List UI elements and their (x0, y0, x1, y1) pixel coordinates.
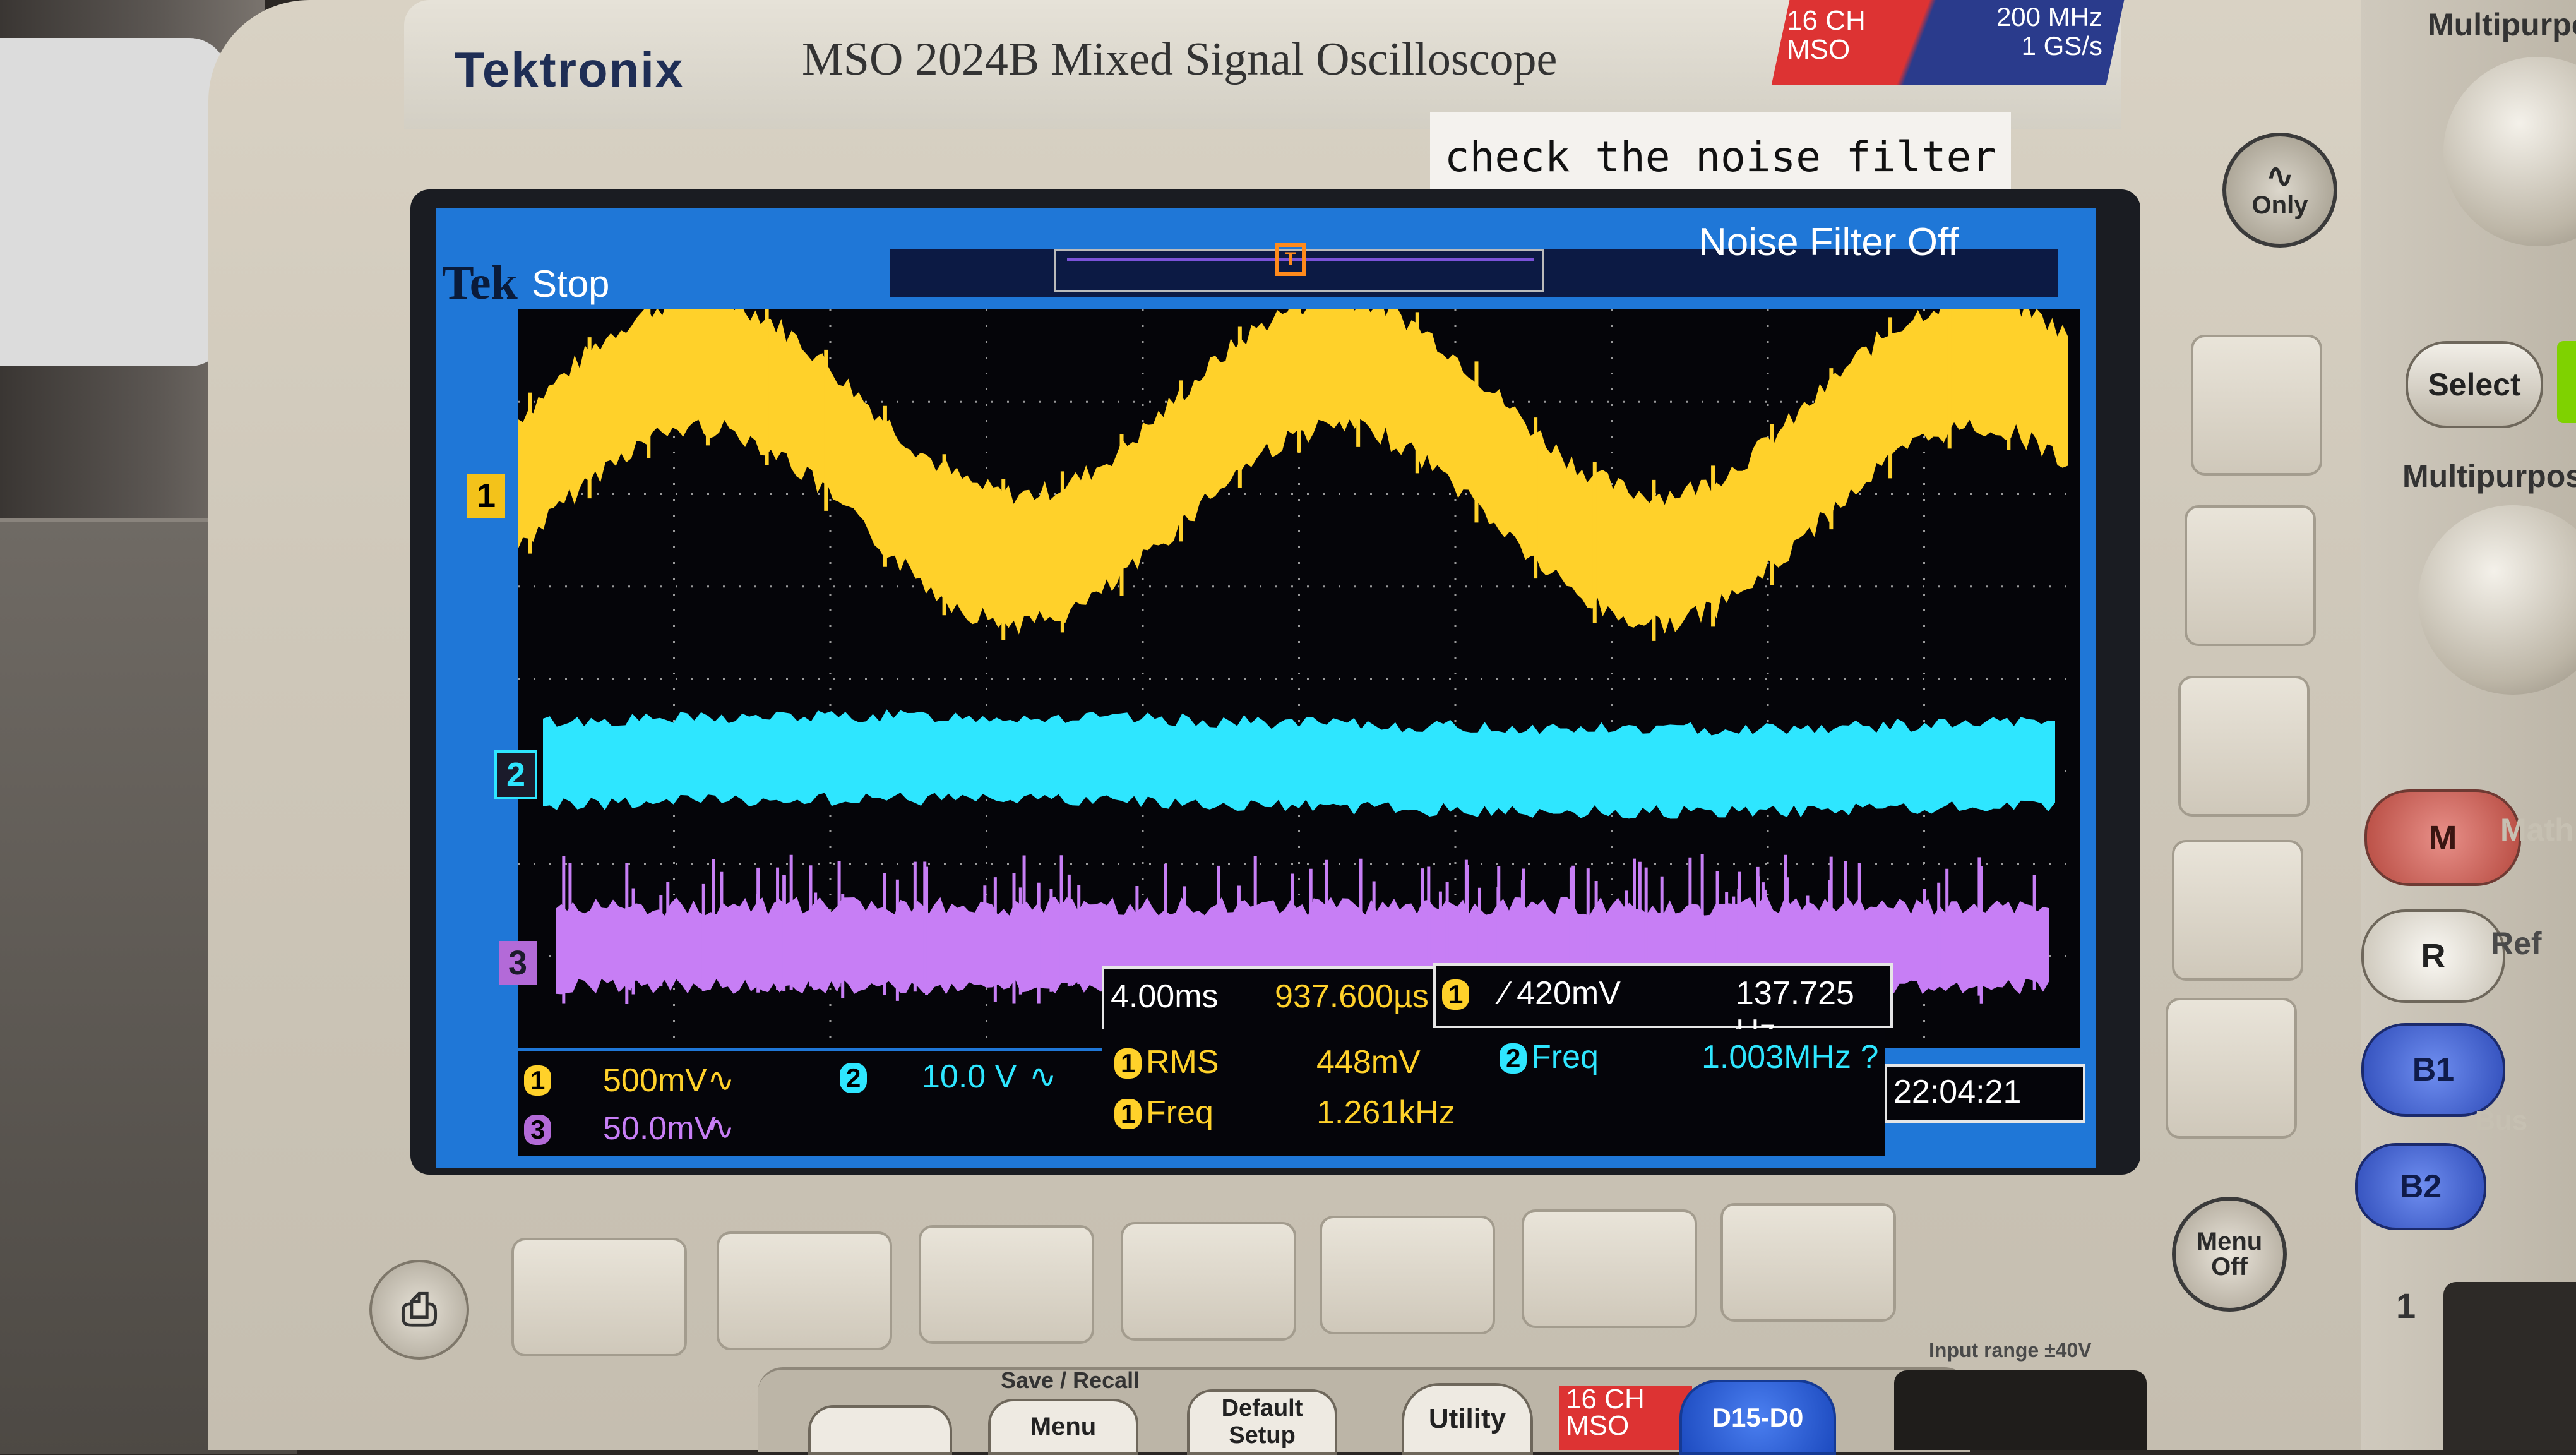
waveform-display (518, 284, 2080, 1048)
timebase-value: 4.00ms (1111, 978, 1219, 1015)
ch2-badge: 2 (840, 1063, 868, 1093)
sine-icon: ∿ (2266, 157, 2294, 195)
ref-label: Ref (2491, 926, 2542, 961)
default-setup-button[interactable]: Default Setup (1187, 1389, 1337, 1455)
bottom-menu-button-1[interactable] (511, 1238, 687, 1356)
save-recall-label: Save / Recall (1001, 1367, 1140, 1393)
ch2-level-marker[interactable]: 2 (494, 750, 537, 799)
ch3-badge: 3 (524, 1115, 552, 1145)
utility-button[interactable]: Utility (1402, 1383, 1533, 1455)
delay-value: 937.600µs (1275, 978, 1429, 1015)
side-menu-button-2[interactable] (2185, 505, 2316, 646)
measurement-readout: 1 RMS 448mV 1 Freq 1.261kHz 2 Freq 1.003… (1102, 1029, 1885, 1156)
menu-off-button[interactable]: Menu Off (2172, 1197, 2287, 1312)
channel-scale-readout: 1 500mV ∿ 2 10.0 V ∿ 3 50.0mV ∿ (518, 1051, 1102, 1156)
noise-filter-status: Noise Filter Off (1698, 220, 1959, 264)
ch3-level-marker[interactable]: 3 (499, 941, 537, 985)
channel-1-label: 1 (2396, 1286, 2416, 1326)
brand-logo: Tektronix (455, 42, 684, 97)
digital-input-port (1894, 1370, 2147, 1450)
math-button[interactable]: M (2364, 789, 2521, 886)
meas1-label: RMS (1146, 1044, 1219, 1081)
ch1-badge: 1 (524, 1065, 552, 1096)
bus-b2-button[interactable]: B2 (2355, 1143, 2486, 1230)
tek-logo: Tek (442, 256, 518, 309)
bottom-menu-button-2[interactable] (717, 1231, 892, 1350)
bottom-menu-button-3[interactable] (919, 1225, 1094, 1344)
save-recall-menu-button[interactable]: Menu (988, 1399, 1138, 1455)
select-indicator (2557, 341, 2576, 423)
meas3-label: Freq (1531, 1039, 1599, 1075)
meas1-source: 1 (1114, 1048, 1142, 1079)
only-button[interactable]: ∿ Only (2222, 133, 2337, 248)
trigger-readout: 1 ∕ 420mV 137.725 Hz (1433, 963, 1893, 1050)
meas2-label: Freq (1146, 1094, 1213, 1131)
bottom-menu-button-7[interactable] (1720, 1203, 1896, 1322)
ch3-scale: 50.0mV (603, 1110, 717, 1147)
ch1-scale: 500mV (603, 1062, 707, 1099)
ch2-waveform (543, 709, 2055, 819)
sticky-note: check the noise filter (1430, 112, 2011, 201)
bottom-menu-button-5[interactable] (1320, 1216, 1495, 1334)
d15-d0-button[interactable]: D15-D0 (1679, 1380, 1836, 1455)
meas2-source: 1 (1114, 1099, 1142, 1129)
graticule (518, 284, 2080, 1048)
trigger-marker-label: T (1284, 249, 1297, 270)
ch2-scale: 10.0 V (922, 1058, 1017, 1095)
clock-readout: 22:04:21 (1885, 1064, 2085, 1123)
side-menu-button-4[interactable] (2172, 840, 2303, 981)
clock-time: 22:04:21 (1893, 1074, 2022, 1110)
trigger-source: 1 (1442, 979, 1470, 1010)
trace-ch1 (518, 284, 2068, 641)
trace-ch2 (543, 709, 2055, 819)
ch2-coupling-icon: ∿ (1029, 1058, 1057, 1095)
trigger-level: ∕ 420mV (1502, 975, 1621, 1012)
bus-label: Bus (2475, 1105, 2528, 1136)
multipurpose-a-label: Multipurpose (2428, 7, 2576, 42)
meas1-value: 448mV (1316, 1044, 1421, 1081)
select-button[interactable]: Select (2406, 341, 2543, 428)
ch1-level-marker[interactable]: 1 (467, 474, 505, 518)
badge-channels: 16 CH MSO (1787, 5, 1866, 65)
ref-button[interactable]: R (2361, 909, 2505, 1003)
model-name: MSO 2024B Mixed Signal Oscilloscope (802, 33, 1558, 85)
side-menu-button-5[interactable] (2166, 998, 2297, 1139)
badge-bandwidth: 200 MHz (1996, 2, 2102, 32)
only-label: Only (2251, 191, 2308, 219)
math-label: Math (2500, 812, 2574, 847)
multipurpose-b-label: Multipurpose (2402, 458, 2576, 494)
shelf (0, 38, 227, 366)
ch1-coupling-icon: ∿ (707, 1062, 735, 1099)
meas2-value: 1.261kHz (1316, 1094, 1455, 1131)
badge-spec: 200 MHz 1 GS/s (1951, 3, 2102, 61)
badge-sample-rate: 1 GS/s (2021, 31, 2102, 61)
trigger-position-marker: T (1275, 243, 1306, 276)
printer-icon: ⎙ (402, 1284, 437, 1334)
acquisition-status: Stop (532, 263, 610, 305)
bottom-menu-button-6[interactable] (1522, 1209, 1697, 1328)
mso-badge: 16 CH MSO (1559, 1386, 1692, 1450)
print-button[interactable]: ⎙ (369, 1260, 469, 1360)
bus-b1-button[interactable]: B1 (2361, 1023, 2505, 1117)
meas3-value: 1.003MHz ? (1702, 1039, 1879, 1075)
bottom-menu-button-4[interactable] (1121, 1222, 1296, 1341)
input-range-label: Input range ±40V (1929, 1339, 2092, 1362)
ch3-coupling-icon: ∿ (707, 1110, 735, 1147)
side-menu-button-1[interactable] (2191, 335, 2322, 476)
meas3-source: 2 (1500, 1043, 1527, 1074)
side-menu-button-3[interactable] (2178, 676, 2310, 817)
save-button[interactable] (808, 1405, 952, 1455)
channel-1-input-area (2443, 1282, 2576, 1450)
